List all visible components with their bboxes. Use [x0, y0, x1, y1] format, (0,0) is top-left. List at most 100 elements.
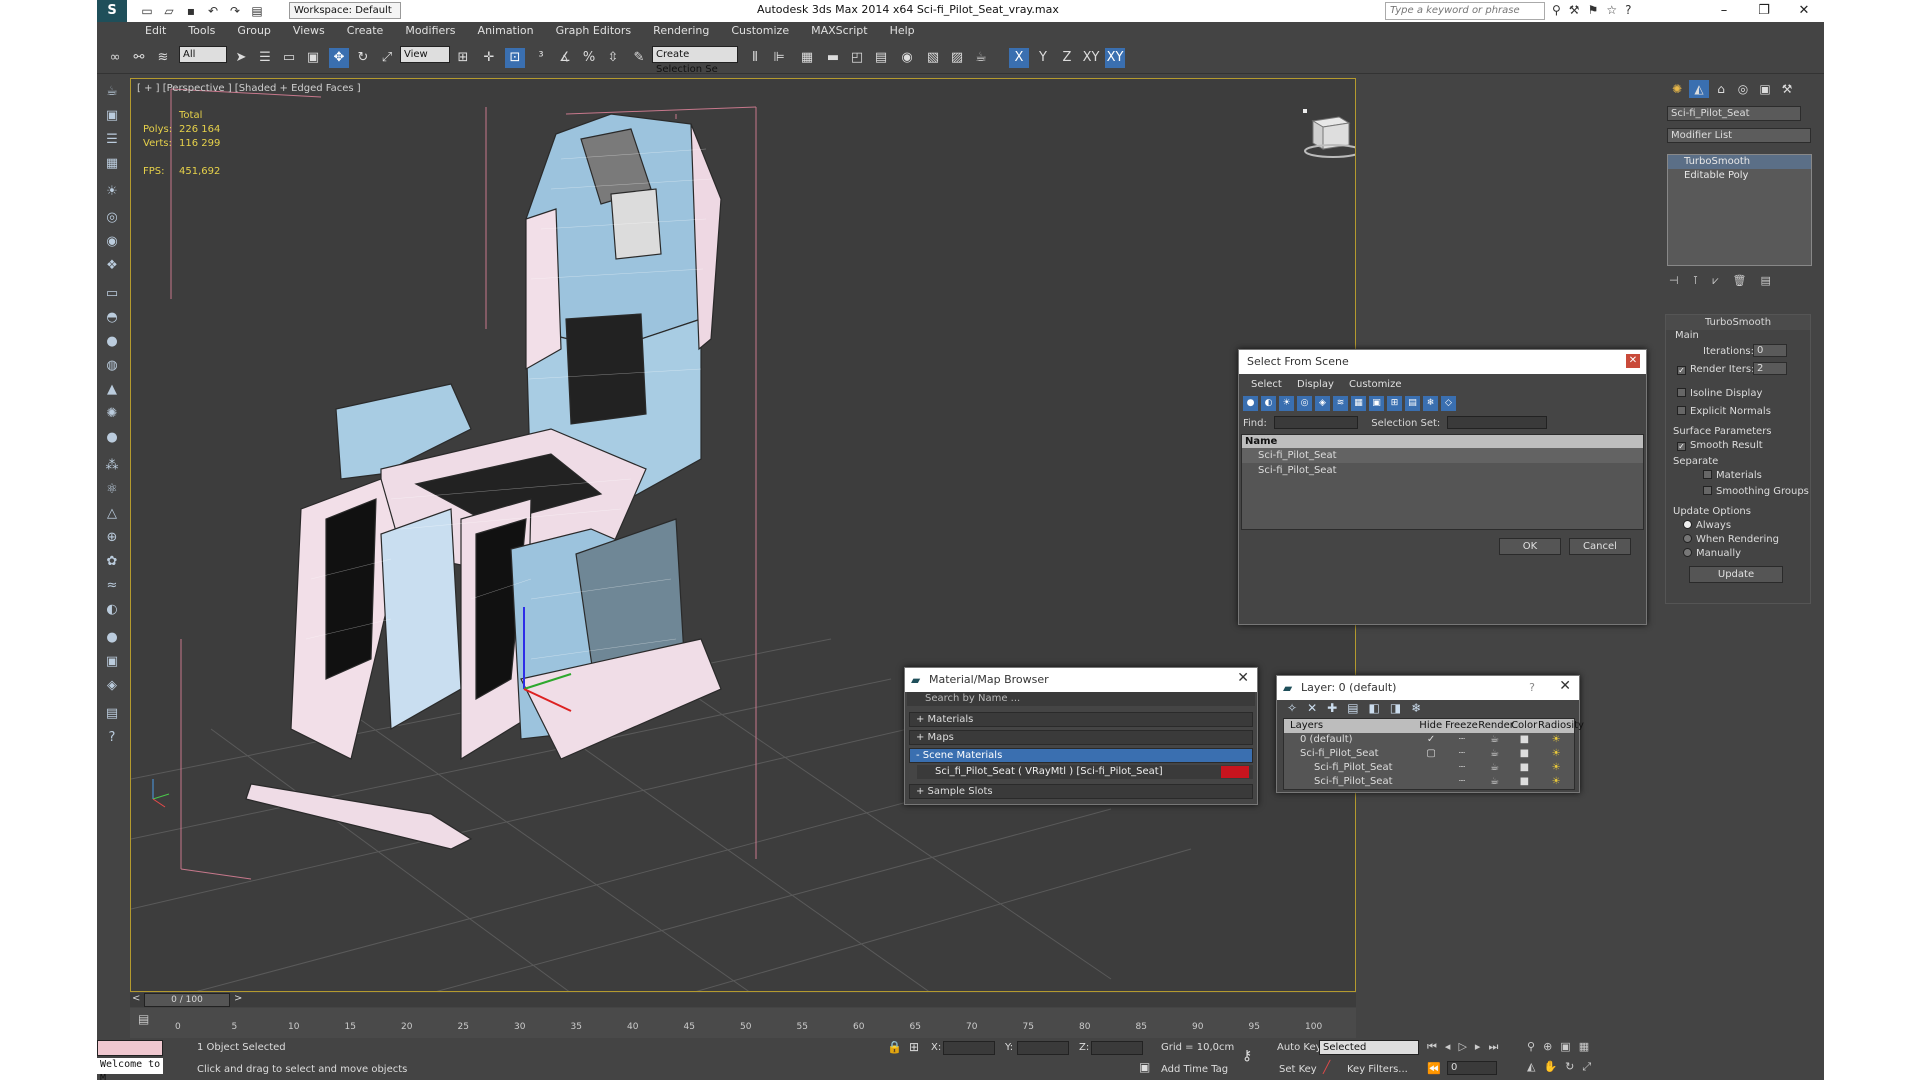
bone-filter-icon[interactable]: ⊞ [1387, 396, 1402, 411]
menu-group[interactable]: Group [237, 22, 271, 40]
help-button[interactable]: ? [1529, 681, 1535, 694]
select-and-scale-icon[interactable]: ⤢ [377, 48, 397, 68]
script-icon[interactable]: ▤ [103, 705, 121, 723]
create-layer-icon[interactable]: ✧ [1287, 701, 1297, 715]
open-file-icon[interactable]: ▱ [161, 3, 177, 19]
stack-item-editable-poly[interactable]: Editable Poly [1668, 169, 1811, 183]
menu-graph-editors[interactable]: Graph Editors [556, 22, 632, 40]
globe-icon[interactable]: ⊕ [103, 529, 121, 547]
modifier-list-dropdown[interactable]: Modifier List [1667, 128, 1811, 143]
dome-icon[interactable]: ◓ [103, 309, 121, 327]
update-button[interactable]: Update [1689, 566, 1783, 583]
favorites-icon[interactable]: ☆ [1606, 3, 1617, 17]
maxscript-listener-top[interactable] [97, 1040, 163, 1056]
explicit-normals-checkbox[interactable] [1677, 406, 1686, 415]
configure-sets-icon[interactable]: ▤ [1761, 274, 1771, 288]
grid-icon[interactable]: ▦ [103, 155, 121, 173]
proxy-icon[interactable]: ▣ [103, 653, 121, 671]
color-swatch[interactable]: ■ [1510, 775, 1538, 789]
col-render[interactable]: Render [1478, 719, 1514, 733]
pyramid-icon[interactable]: △ [103, 505, 121, 523]
hide-toggle[interactable]: ✓ [1417, 733, 1445, 747]
scene-explorer-icon[interactable]: ☰ [103, 131, 121, 149]
orbit-icon[interactable]: ↻ [1565, 1060, 1574, 1074]
menu-select[interactable]: Select [1251, 379, 1282, 390]
helper-icon[interactable]: ◉ [103, 233, 121, 251]
search-input[interactable]: Type a keyword or phrase [1385, 2, 1545, 20]
reference-coordinate-dropdown[interactable]: View [400, 46, 450, 63]
group-materials[interactable]: + Materials [909, 712, 1253, 727]
unlink-icon[interactable]: ⚯ [129, 48, 149, 68]
app-logo-icon[interactable]: S [97, 0, 127, 22]
selection-filter-dropdown[interactable]: All [179, 46, 227, 63]
lock-selection-icon[interactable]: 🔒 [887, 1040, 902, 1054]
hide-toggle[interactable]: ▢ [1417, 747, 1445, 761]
create-tab-icon[interactable]: ✺ [1667, 80, 1687, 98]
auto-key-button[interactable]: Auto Key [1277, 1042, 1322, 1053]
group-maps[interactable]: + Maps [909, 730, 1253, 745]
menu-rendering[interactable]: Rendering [653, 22, 709, 40]
xref-filter-icon[interactable]: ▣ [1369, 396, 1384, 411]
helper-filter-icon[interactable]: ◈ [1315, 396, 1330, 411]
camera-filter-icon[interactable]: ◎ [1297, 396, 1312, 411]
binoculars-icon[interactable]: ⚲ [1552, 3, 1561, 17]
new-file-icon[interactable]: ▭ [139, 3, 155, 19]
percent-snap-icon[interactable]: % [579, 48, 599, 68]
cancel-button[interactable]: Cancel [1569, 538, 1631, 555]
zoom-extents-all-icon[interactable]: ▦ [1579, 1040, 1589, 1053]
pan-icon[interactable]: ✋ [1543, 1060, 1557, 1074]
time-slider[interactable]: < 0 / 100 > [130, 993, 1356, 1007]
hide-all-icon[interactable]: ◨ [1390, 701, 1401, 715]
close-icon[interactable]: ✕ [1626, 354, 1640, 368]
color-swatch[interactable]: ■ [1510, 761, 1538, 775]
list-item[interactable]: Sci-fi_Pilot_Seat [1242, 463, 1643, 478]
axis-x-button[interactable]: X [1009, 48, 1029, 68]
menu-edit[interactable]: Edit [145, 22, 166, 40]
go-to-start-icon[interactable]: ⏮ [1427, 1040, 1437, 1054]
rollout-title[interactable]: TurboSmooth [1666, 315, 1810, 330]
name-column-header[interactable]: Name [1242, 435, 1643, 448]
menu-tools[interactable]: Tools [188, 22, 215, 40]
viewport-label[interactable]: [ + ] [Perspective ] [Shaded + Edged Fac… [137, 83, 361, 94]
zoom-icon[interactable]: ⚲ [1527, 1040, 1535, 1053]
hide-toggle[interactable] [1417, 775, 1445, 789]
close-icon[interactable]: ✕ [1559, 678, 1571, 694]
key-mode-dropdown[interactable]: Selected [1319, 1040, 1419, 1055]
render-teapot-icon[interactable]: ☕ [1479, 775, 1511, 789]
freeze-toggle[interactable]: ┈ [1445, 775, 1479, 789]
maximize-viewport-icon[interactable]: ⤢ [1582, 1060, 1591, 1074]
time-tag-icon[interactable]: ▣ [1139, 1060, 1150, 1074]
utilities-tab-icon[interactable]: ⚒ [1777, 80, 1797, 98]
current-frame-field[interactable]: 0 [1447, 1061, 1497, 1075]
freeze-all-icon[interactable]: ❄ [1411, 701, 1421, 715]
axis-xy-button[interactable]: XY [1081, 48, 1101, 68]
select-in-layer-icon[interactable]: ▤ [1347, 701, 1358, 715]
col-hide[interactable]: Hide [1417, 719, 1445, 733]
previous-frame-icon[interactable]: ◂ [1445, 1040, 1451, 1054]
object-name-field[interactable]: Sci-fi_Pilot_Seat [1667, 106, 1801, 121]
render-setup-icon[interactable]: ▧ [923, 48, 943, 68]
hierarchy-tab-icon[interactable]: ⌂ [1711, 80, 1731, 98]
select-object-icon[interactable]: ➤ [231, 48, 251, 68]
camera-icon[interactable]: ◎ [103, 209, 121, 227]
iterations-spinner[interactable]: 0 [1753, 344, 1787, 357]
particle-icon[interactable]: ⁂ [103, 457, 121, 475]
play-icon[interactable]: ▷ [1458, 1040, 1466, 1054]
sphere-icon[interactable]: ● [103, 333, 121, 351]
render-production-icon[interactable]: ☕ [971, 48, 991, 68]
redo-icon[interactable]: ↷ [227, 3, 243, 19]
layer-explorer-icon[interactable]: ▦ [797, 48, 817, 68]
add-to-layer-icon[interactable]: ✚ [1327, 701, 1337, 715]
curve-editor-icon[interactable]: ◰ [847, 48, 867, 68]
x-coordinate-field[interactable] [943, 1041, 995, 1055]
select-and-rotate-icon[interactable]: ↻ [353, 48, 373, 68]
color-swatch[interactable]: ■ [1510, 733, 1538, 747]
key-tangent-icon[interactable]: ╱ [1323, 1060, 1330, 1074]
container-filter-icon[interactable]: ▤ [1405, 396, 1420, 411]
cloth-icon[interactable]: ◐ [103, 601, 121, 619]
help-circle-icon[interactable]: ? [103, 729, 121, 747]
list-item[interactable]: Sci-fi_Pilot_Seat [1242, 448, 1643, 463]
toggle-ribbon-icon[interactable]: ▬ [823, 48, 843, 68]
radiosity-icon[interactable]: ☀ [1538, 733, 1574, 747]
table-row[interactable]: Sci-fi_Pilot_Seat ▢ ┈ ☕ ■ ☀ [1284, 747, 1574, 761]
